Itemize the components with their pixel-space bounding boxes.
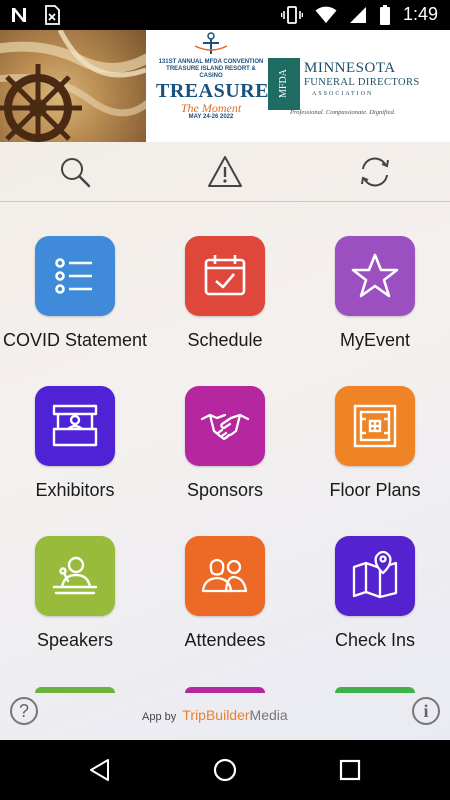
booth-icon <box>52 404 98 447</box>
vibrate-icon <box>280 5 303 24</box>
brand-logo: TripBuilderMedia <box>182 707 288 723</box>
tile-box <box>185 386 265 466</box>
footer: ? App by TripBuilderMedia i <box>0 693 450 740</box>
search-button[interactable] <box>58 155 92 189</box>
tile-label: Speakers <box>36 630 114 650</box>
tile-schedule[interactable]: Schedule <box>150 236 300 386</box>
tile-box <box>185 536 265 616</box>
event-dates: MAY 24-26 2022 <box>188 114 234 120</box>
wifi-icon <box>315 6 337 23</box>
search-icon <box>61 158 91 188</box>
tile-floor-plans[interactable]: Floor Plans <box>300 386 450 536</box>
battery-icon <box>379 4 390 25</box>
tile-label: Floor Plans <box>329 480 421 500</box>
info-icon: i <box>423 701 429 721</box>
toolbar <box>0 142 450 202</box>
tile-speakers[interactable]: Speakers <box>0 536 150 686</box>
convention-logo: 131ST ANNUAL MFDA CONVENTION TREASURE IS… <box>156 32 269 140</box>
tile-label: COVID Statement <box>2 330 148 350</box>
sync-button[interactable] <box>358 155 392 189</box>
alert-icon <box>208 156 242 187</box>
tile-label: Check Ins <box>334 630 416 650</box>
tile-check-ins[interactable]: Check Ins <box>300 536 450 686</box>
org-line3: ASSOCIATION <box>312 91 374 97</box>
info-button[interactable]: i <box>412 697 440 725</box>
convention-line1: 131ST ANNUAL MFDA CONVENTION <box>158 59 264 65</box>
tile-box <box>35 536 115 616</box>
home-icon[interactable] <box>213 758 237 782</box>
tile-label: Schedule <box>187 330 263 350</box>
tile-label: MyEvent <box>339 330 411 350</box>
star-icon <box>351 253 399 298</box>
app-credit[interactable]: App by TripBuilderMedia <box>142 707 288 723</box>
clock: 1:49 <box>402 4 438 24</box>
tile-attendees[interactable]: Attendees <box>150 536 300 686</box>
system-navbar <box>0 740 450 800</box>
tile-box <box>335 386 415 466</box>
signal-icon <box>349 6 366 23</box>
speaker-icon <box>52 556 98 595</box>
tile-box <box>335 536 415 616</box>
tile-box <box>335 236 415 316</box>
people-icon <box>201 558 248 593</box>
ship-wheel-image <box>0 30 146 142</box>
app-home: COVID Statement Schedule MyEvent Exhibit… <box>0 142 450 740</box>
org-tagline: Professional. Compassionate. Dignified. <box>290 109 396 116</box>
anchor-icon <box>194 32 228 54</box>
tile-label: Attendees <box>184 630 266 650</box>
event-banner[interactable]: 131ST ANNUAL MFDA CONVENTION TREASURE IS… <box>0 30 450 142</box>
handshake-icon <box>200 413 250 441</box>
floor-plan-icon <box>353 404 397 448</box>
alerts-button[interactable] <box>208 155 242 189</box>
tile-covid-statement[interactable]: COVID Statement <box>0 236 150 386</box>
tile-label: Sponsors <box>186 480 264 500</box>
org-line1: MINNESOTA <box>304 60 396 76</box>
n-icon <box>12 8 26 22</box>
convention-line2: TREASURE ISLAND RESORT & CASINO <box>166 66 256 79</box>
calendar-check-icon <box>204 255 246 296</box>
sync-icon <box>361 157 389 187</box>
mfda-badge: MFDA <box>268 58 300 110</box>
sim-x-icon <box>45 5 60 25</box>
mfda-logo: MFDA MINNESOTA FUNERAL DIRECTORS ASSOCIA… <box>268 58 448 128</box>
status-bar: 1:49 <box>0 0 450 30</box>
event-title: TREASURE <box>156 80 269 102</box>
tile-exhibitors[interactable]: Exhibitors <box>0 386 150 536</box>
tile-label: Exhibitors <box>35 480 115 500</box>
tile-box <box>35 386 115 466</box>
help-icon: ? <box>18 701 29 721</box>
list-icon <box>55 258 92 294</box>
map-pin-icon <box>352 551 398 599</box>
org-line2: FUNERAL DIRECTORS <box>304 77 420 88</box>
help-button[interactable]: ? <box>10 697 38 725</box>
app-by-label: App by <box>142 711 177 723</box>
event-subtitle: The Moment <box>180 101 242 115</box>
tile-sponsors[interactable]: Sponsors <box>150 386 300 536</box>
tile-box <box>185 236 265 316</box>
tile-box <box>35 236 115 316</box>
tile-myevent[interactable]: MyEvent <box>300 236 450 386</box>
recents-icon[interactable] <box>338 758 362 782</box>
back-icon[interactable] <box>88 758 112 782</box>
